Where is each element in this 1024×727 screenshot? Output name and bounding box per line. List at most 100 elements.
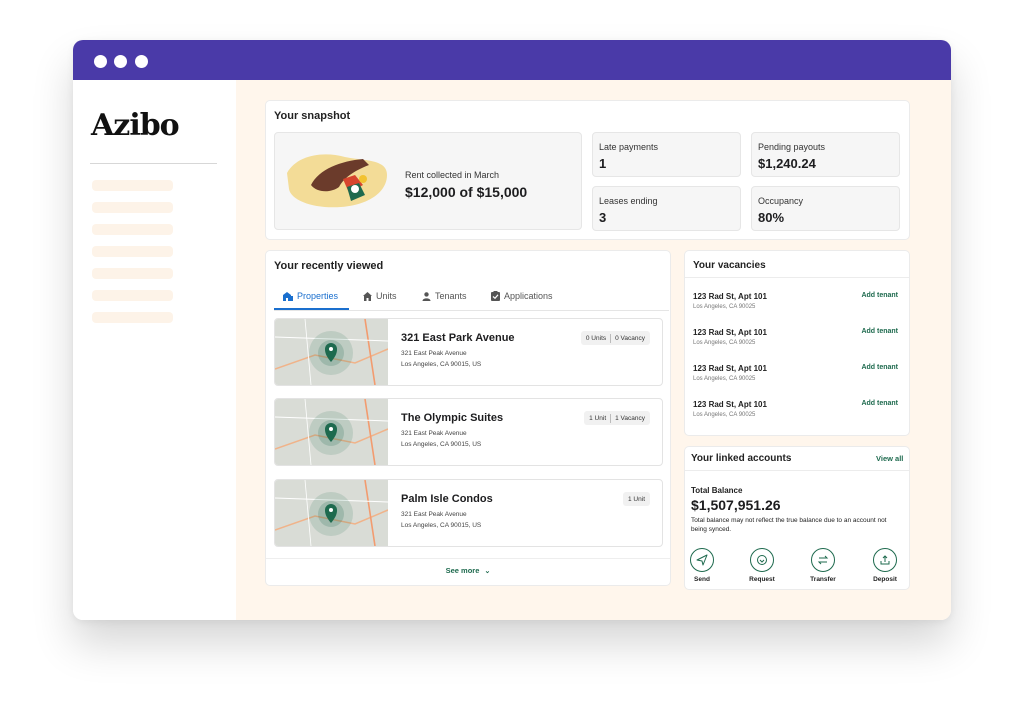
see-more-divider: [266, 558, 670, 559]
property-city: Los Angeles, CA 90015, US: [401, 361, 482, 368]
stat-pending-payouts[interactable]: Pending payouts $1,240.24: [751, 132, 900, 177]
property-card[interactable]: Palm Isle Condos 321 East Peak Avenue Lo…: [274, 479, 663, 547]
window-dot-icon[interactable]: [94, 55, 107, 68]
property-street: 321 East Peak Avenue: [401, 430, 467, 437]
tab-label: Properties: [297, 291, 339, 301]
badge-units: 0 Units: [585, 334, 607, 342]
sidebar-nav-placeholder[interactable]: [92, 312, 173, 323]
sidebar-nav-placeholder[interactable]: [92, 246, 173, 257]
stat-late-payments[interactable]: Late payments 1: [592, 132, 741, 177]
badge-vacancy: 0 Vacancy: [615, 334, 645, 342]
vacancy-city: Los Angeles, CA 90025: [693, 376, 756, 382]
add-tenant-button[interactable]: Add tenant: [861, 292, 898, 299]
sidebar: Azibo: [73, 80, 236, 620]
vacancy-item: 123 Rad St, Apt 101 Los Angeles, CA 9002…: [693, 364, 898, 382]
property-name: Palm Isle Condos: [401, 493, 493, 505]
stat-value: 1: [599, 156, 607, 171]
deposit-button[interactable]: Deposit: [865, 548, 905, 583]
tab-label: Applications: [504, 291, 553, 301]
request-button[interactable]: Request: [742, 548, 782, 583]
tab-applications[interactable]: Applications: [491, 291, 553, 301]
stat-label: Leases ending: [599, 196, 658, 206]
transfer-button[interactable]: Transfer: [803, 548, 843, 583]
accounts-divider: [685, 470, 909, 471]
property-name: 321 East Park Avenue: [401, 332, 515, 344]
tab-label: Units: [376, 291, 397, 301]
stat-value: 3: [599, 210, 607, 225]
vacancies-divider: [685, 277, 909, 278]
badge-units: 1 Unit: [589, 414, 607, 422]
deposit-icon: [873, 548, 897, 572]
sidebar-nav-placeholder[interactable]: [92, 224, 173, 235]
see-more-link[interactable]: See more ⌄: [266, 566, 670, 575]
tab-tenants[interactable]: Tenants: [422, 291, 467, 301]
total-balance-value: $1,507,951.26: [691, 497, 781, 513]
action-label: Deposit: [873, 576, 897, 583]
balance-note: Total balance may not reflect the true b…: [691, 517, 887, 533]
send-icon: [690, 548, 714, 572]
add-tenant-button[interactable]: Add tenant: [861, 364, 898, 371]
rent-collected-tile[interactable]: Rent collected in March $12,000 of $15,0…: [274, 132, 582, 230]
vacancies-title: Your vacancies: [693, 260, 766, 271]
property-map-thumbnail: [275, 480, 388, 546]
snapshot-title: Your snapshot: [274, 110, 351, 122]
vacancy-item: 123 Rad St, Apt 101 Los Angeles, CA 9002…: [693, 328, 898, 346]
total-balance-label: Total Balance: [691, 486, 743, 495]
badge-divider: [610, 333, 612, 343]
action-label: Request: [749, 576, 775, 583]
sidebar-nav-placeholder[interactable]: [92, 180, 173, 191]
stat-occupancy[interactable]: Occupancy 80%: [751, 186, 900, 231]
stat-leases-ending[interactable]: Leases ending 3: [592, 186, 741, 231]
property-card[interactable]: The Olympic Suites 321 East Peak Avenue …: [274, 398, 663, 466]
tab-label: Tenants: [435, 291, 467, 301]
add-tenant-button[interactable]: Add tenant: [861, 400, 898, 407]
window-dot-icon[interactable]: [114, 55, 127, 68]
property-count-badge: 0 Units 0 Vacancy: [580, 331, 650, 345]
window-titlebar: [73, 40, 951, 80]
property-count-badge: 1 Unit: [623, 492, 650, 506]
sidebar-nav-placeholder[interactable]: [92, 202, 173, 213]
transfer-icon: [811, 548, 835, 572]
stat-value: $1,240.24: [758, 156, 816, 171]
sidebar-nav-placeholder[interactable]: [92, 290, 173, 301]
property-map-thumbnail: [275, 399, 388, 465]
action-label: Transfer: [810, 576, 836, 583]
property-name: The Olympic Suites: [401, 412, 504, 424]
action-label: Send: [694, 576, 710, 583]
property-city: Los Angeles, CA 90015, US: [401, 522, 482, 529]
building-icon: [283, 291, 293, 301]
add-tenant-button[interactable]: Add tenant: [861, 328, 898, 335]
person-icon: [422, 291, 431, 301]
rent-collected-value: $12,000 of $15,000: [405, 184, 528, 200]
property-map-thumbnail: [275, 319, 388, 385]
rent-illustration-icon: [287, 154, 387, 208]
view-all-link[interactable]: View all: [876, 454, 904, 463]
sidebar-nav-placeholder[interactable]: [92, 268, 173, 279]
badge-units: 1 Unit: [628, 495, 645, 503]
stat-label: Late payments: [599, 142, 659, 152]
sidebar-divider: [90, 163, 217, 164]
vacancy-item: 123 Rad St, Apt 101 Los Angeles, CA 9002…: [693, 292, 898, 310]
tab-units[interactable]: Units: [363, 291, 397, 301]
rent-collected-label: Rent collected in March: [405, 170, 500, 180]
recently-viewed-title: Your recently viewed: [274, 260, 384, 272]
badge-divider: [610, 413, 612, 423]
stat-label: Occupancy: [758, 196, 804, 206]
send-button[interactable]: Send: [682, 548, 722, 583]
window-dot-icon[interactable]: [135, 55, 148, 68]
badge-vacancy: 1 Vacancy: [615, 414, 645, 422]
chevron-down-icon: ⌄: [484, 568, 491, 575]
azibo-logo[interactable]: Azibo: [91, 108, 180, 143]
property-street: 321 East Peak Avenue: [401, 350, 467, 357]
linked-accounts-title: Your linked accounts: [691, 453, 792, 464]
vacancy-city: Los Angeles, CA 90025: [693, 304, 756, 310]
tabs-divider: [274, 310, 669, 311]
property-card[interactable]: 321 East Park Avenue 321 East Peak Avenu…: [274, 318, 663, 386]
property-street: 321 East Peak Avenue: [401, 511, 467, 518]
see-more-label: See more: [445, 566, 480, 575]
tab-properties[interactable]: Properties: [283, 291, 338, 301]
home-icon: [363, 291, 372, 301]
vacancy-city: Los Angeles, CA 90025: [693, 412, 756, 418]
property-city: Los Angeles, CA 90015, US: [401, 441, 482, 448]
property-count-badge: 1 Unit 1 Vacancy: [584, 411, 650, 425]
